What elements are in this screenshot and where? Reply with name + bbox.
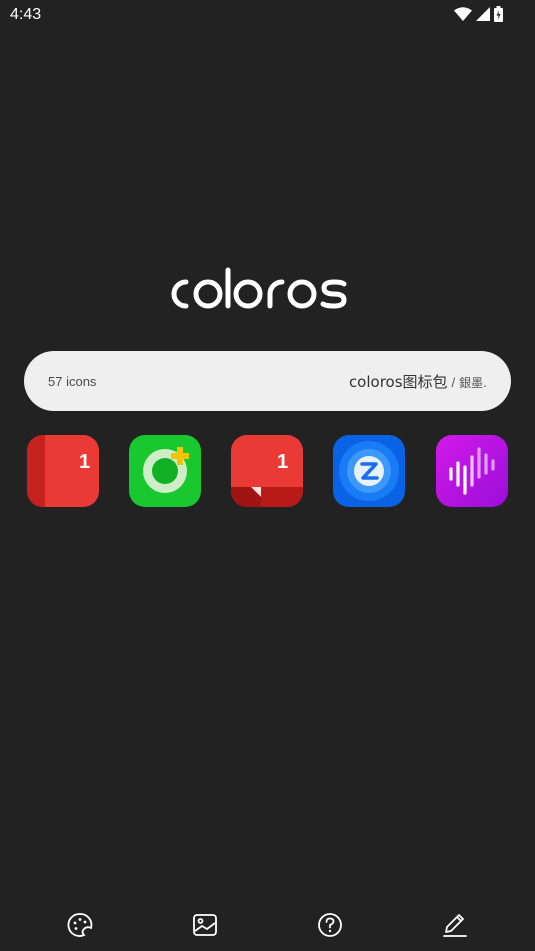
icon-count: 57 icons [48, 373, 97, 389]
wifi-icon [454, 7, 472, 21]
edit-icon[interactable] [442, 912, 468, 938]
coloros-logo: coloros [0, 262, 535, 318]
pack-info: coloros图标包 / 銀墨. [349, 371, 487, 392]
screen: 4:43 57 icons coloros图标包 / 銀墨. 1 1 [0, 0, 535, 951]
icon-preview-row: 1 1 [0, 435, 535, 507]
help-icon[interactable] [317, 912, 343, 938]
status-bar: 4:43 [0, 0, 535, 30]
wallpaper-icon[interactable] [192, 912, 218, 938]
signal-icon [476, 7, 490, 21]
pack-author: 銀墨. [459, 375, 487, 390]
camera-app-icon[interactable] [129, 435, 201, 507]
z-app-icon[interactable] [333, 435, 405, 507]
icon-pack-info[interactable]: 57 icons coloros图标包 / 銀墨. [24, 351, 511, 411]
palette-icon[interactable] [67, 912, 93, 938]
pack-separator: / [451, 374, 456, 390]
status-icons [454, 6, 503, 22]
calendar-app-icon[interactable]: 1 [27, 435, 99, 507]
bottom-navigation [0, 900, 535, 950]
svg-text:coloros: coloros [162, 262, 214, 266]
coloros-wordmark: coloros [162, 262, 347, 309]
messages-app-icon[interactable]: 1 [231, 435, 303, 507]
pack-name: coloros图标包 [348, 372, 448, 391]
svg-text:1: 1 [277, 451, 288, 473]
svg-text:1: 1 [79, 451, 90, 473]
voice-recorder-app-icon[interactable] [436, 435, 508, 507]
battery-charging-icon [494, 6, 503, 22]
status-time: 4:43 [10, 6, 42, 23]
